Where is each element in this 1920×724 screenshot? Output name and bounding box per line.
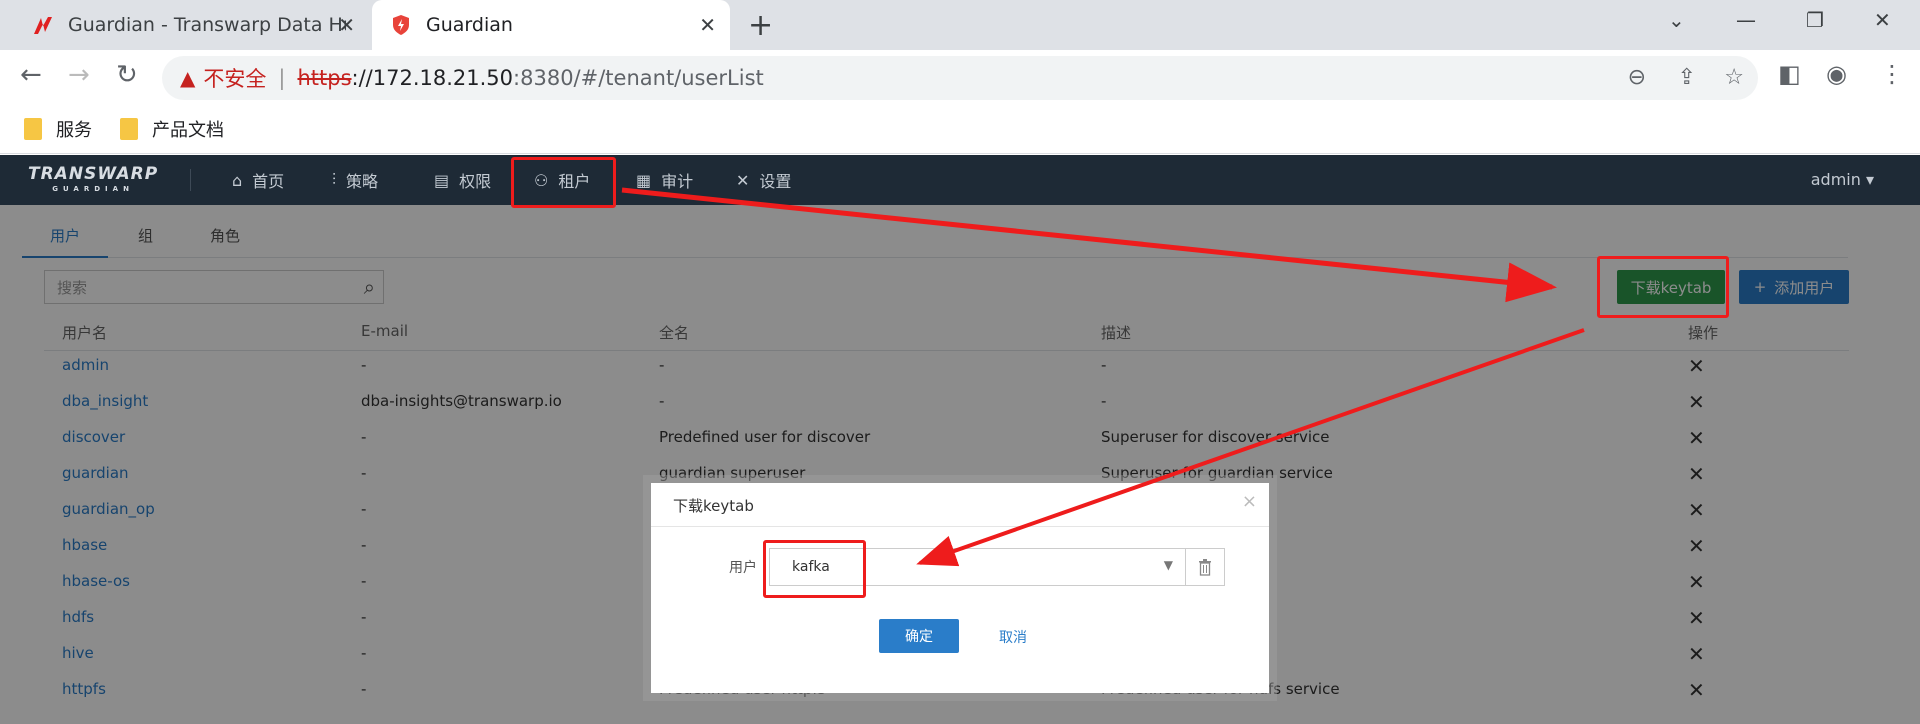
- menu-icon[interactable]: ⋮: [1880, 60, 1904, 88]
- annotation-box-kafka: [763, 540, 866, 598]
- annotation-box-tenant: [511, 157, 616, 208]
- logo-subtext: GUARDIAN: [52, 185, 134, 193]
- close-tab-icon[interactable]: ✕: [338, 13, 355, 37]
- bookmark-folder-docs[interactable]: 产品文档: [120, 116, 224, 142]
- user-field-label: 用户: [729, 560, 757, 576]
- url-path: :8380/#/tenant/userList: [513, 66, 764, 90]
- folder-icon: [24, 118, 42, 140]
- browser-tab-guardian[interactable]: Guardian ✕: [372, 0, 730, 50]
- tools-icon: ✕: [736, 170, 750, 190]
- nav-audit[interactable]: ▦ 审计: [636, 155, 693, 205]
- bookmark-label: 产品文档: [152, 120, 224, 141]
- dialog-title: 下载keytab: [673, 497, 754, 515]
- tab-title: Guardian: [426, 14, 513, 36]
- transwarp-favicon-icon: [32, 14, 54, 36]
- user-name: admin: [1810, 170, 1861, 189]
- tab-search-icon[interactable]: ⌄: [1668, 8, 1685, 32]
- folder-icon: [120, 118, 138, 140]
- shield-favicon-icon: [390, 14, 412, 36]
- nav-label: 策略: [346, 172, 379, 191]
- url-bar[interactable]: ▲ 不安全 | https ://172.18.21.50 :8380/#/te…: [162, 56, 1758, 100]
- new-tab-icon[interactable]: +: [748, 8, 773, 43]
- address-toolbar: ← → ↻ ▲ 不安全 | https ://172.18.21.50 :838…: [0, 50, 1920, 106]
- trash-icon: [1199, 559, 1211, 576]
- tab-title: Guardian - Transwarp Data Hub: [68, 14, 346, 36]
- divider: [190, 169, 191, 191]
- nav-policy[interactable]: ⫶ 策略: [332, 155, 378, 205]
- forward-icon[interactable]: →: [68, 60, 90, 90]
- cancel-button[interactable]: 取消: [999, 627, 1027, 647]
- delete-button[interactable]: [1185, 548, 1225, 586]
- close-window-icon[interactable]: ✕: [1874, 8, 1891, 32]
- close-tab-icon[interactable]: ✕: [699, 13, 716, 37]
- user-menu[interactable]: admin ▾: [1811, 170, 1874, 189]
- close-icon[interactable]: ×: [1242, 491, 1257, 512]
- nav-label: 权限: [459, 172, 492, 191]
- security-status: 不安全: [203, 67, 267, 91]
- home-icon: ⌂: [232, 170, 243, 190]
- transwarp-logo: TRANSWARP GUARDIAN: [28, 164, 159, 197]
- sliders-icon: ⫶: [332, 170, 337, 189]
- bookmarks-bar: 服务 产品文档: [0, 106, 1920, 154]
- restore-icon[interactable]: ❐: [1806, 8, 1824, 32]
- nav-label: 审计: [661, 172, 694, 191]
- audit-icon: ▦: [636, 170, 652, 190]
- caret-down-icon: ▾: [1865, 170, 1874, 189]
- url-host: ://172.18.21.50: [351, 66, 514, 90]
- divider: |: [278, 66, 286, 90]
- browser-tab-guardian-tdh[interactable]: Guardian - Transwarp Data Hub ✕: [14, 0, 369, 50]
- share-icon[interactable]: ⇪: [1678, 65, 1696, 90]
- warning-icon: ▲: [180, 66, 196, 90]
- nav-home[interactable]: ⌂ 首页: [232, 155, 284, 205]
- annotation-box-keytab: [1597, 256, 1729, 318]
- nav-label: 设置: [759, 172, 792, 191]
- nav-settings[interactable]: ✕ 设置: [736, 155, 791, 205]
- logo-text: TRANSWARP: [28, 164, 159, 184]
- side-panel-icon[interactable]: ◧: [1778, 60, 1801, 88]
- profile-avatar-icon[interactable]: ◉: [1826, 60, 1847, 88]
- back-icon[interactable]: ←: [20, 60, 42, 90]
- minimize-icon[interactable]: —: [1736, 8, 1756, 32]
- reload-icon[interactable]: ↻: [116, 60, 138, 90]
- nav-label: 首页: [252, 172, 285, 191]
- bookmark-label: 服务: [56, 120, 92, 141]
- server-icon: ▤: [434, 170, 450, 190]
- confirm-button[interactable]: 确定: [879, 619, 959, 653]
- zoom-icon[interactable]: ⊖: [1628, 65, 1646, 90]
- nav-permission[interactable]: ▤ 权限: [434, 155, 491, 205]
- app-navbar: TRANSWARP GUARDIAN ⌂ 首页 ⫶ 策略 ▤ 权限 ⚇ 租户 ▦…: [0, 155, 1920, 205]
- caret-down-icon: ▼: [1163, 558, 1173, 572]
- browser-tab-bar: Guardian - Transwarp Data Hub ✕ Guardian…: [0, 0, 1920, 50]
- download-keytab-dialog: 下载keytab × 用户 kafka ▼ 确定 取消: [651, 483, 1269, 693]
- bookmark-folder-services[interactable]: 服务: [24, 116, 92, 142]
- url-scheme: https: [297, 66, 352, 90]
- divider: [651, 526, 1269, 527]
- bookmark-star-icon[interactable]: ☆: [1724, 65, 1744, 90]
